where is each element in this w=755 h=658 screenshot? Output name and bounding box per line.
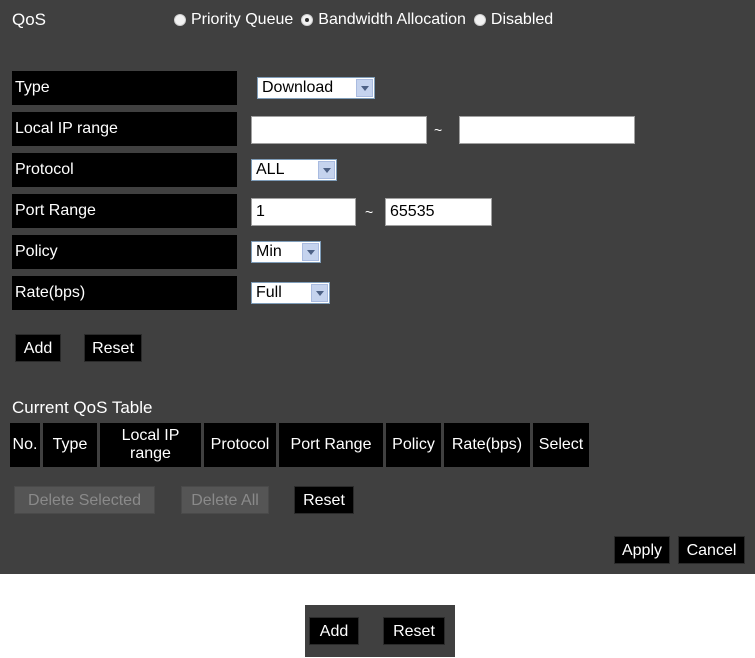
protocol-label: Protocol [12,153,237,187]
chevron-down-icon [311,284,328,302]
ip-range-separator: ~ [434,122,443,138]
protocol-select-value: ALL [256,161,285,178]
port-from-input[interactable]: 1 [251,198,356,226]
rate-select-value: Full [256,284,282,301]
col-header-policy: Policy [386,423,441,467]
delete-all-button[interactable]: Delete All [181,486,269,514]
add-button-detail[interactable]: Add [309,617,359,645]
radio-label: Bandwidth Allocation [318,11,466,28]
col-header-local-ip: Local IP range [100,423,201,467]
port-range-label: Port Range [12,194,237,228]
col-header-select: Select [533,423,589,467]
qos-panel: QoS Priority Queue Bandwidth Allocation … [0,0,755,574]
radio-priority-queue[interactable]: Priority Queue [174,11,293,29]
cancel-button[interactable]: Cancel [678,536,745,564]
radio-label: Priority Queue [191,11,294,28]
port-to-input[interactable]: 65535 [385,198,492,226]
ip-to-input[interactable] [459,116,635,144]
chevron-down-icon [302,243,319,261]
qos-mode-radio-group: Priority Queue Bandwidth Allocation Disa… [174,11,561,29]
col-header-port-range: Port Range [279,423,383,467]
col-header-rate: Rate(bps) [444,423,530,467]
rate-label: Rate(bps) [12,276,237,310]
radio-disabled[interactable]: Disabled [473,11,554,29]
radio-dot-icon [174,14,186,26]
apply-button[interactable]: Apply [614,536,670,564]
reset-form-button[interactable]: Reset [84,334,142,362]
radio-label: Disabled [490,11,554,28]
add-button[interactable]: Add [15,334,61,362]
col-header-type: Type [43,423,97,467]
reset-button-detail[interactable]: Reset [383,617,445,645]
ip-range-label: Local IP range [12,112,237,146]
policy-label: Policy [12,235,237,269]
qos-table-title: Current QoS Table [12,398,153,417]
col-header-no: No. [10,423,40,467]
reset-table-button[interactable]: Reset [294,486,354,514]
port-range-separator: ~ [365,204,374,220]
radio-bandwidth-allocation[interactable]: Bandwidth Allocation [301,11,466,29]
policy-select-value: Min [256,243,282,260]
protocol-select[interactable]: ALL [251,159,337,181]
ip-from-input[interactable] [251,116,427,144]
chevron-down-icon [356,79,373,97]
type-label: Type [12,71,237,105]
policy-select[interactable]: Min [251,241,321,263]
radio-dot-selected-icon [301,14,314,26]
rate-select[interactable]: Full [251,282,330,304]
radio-dot-icon [473,14,486,26]
add-reset-detail: Add Reset [305,605,455,657]
type-select-value: Download [262,79,334,96]
col-header-protocol: Protocol [204,423,276,467]
qos-title: QoS [12,10,47,29]
delete-selected-button[interactable]: Delete Selected [14,486,155,514]
chevron-down-icon [318,161,335,179]
type-select[interactable]: Download [257,77,375,99]
